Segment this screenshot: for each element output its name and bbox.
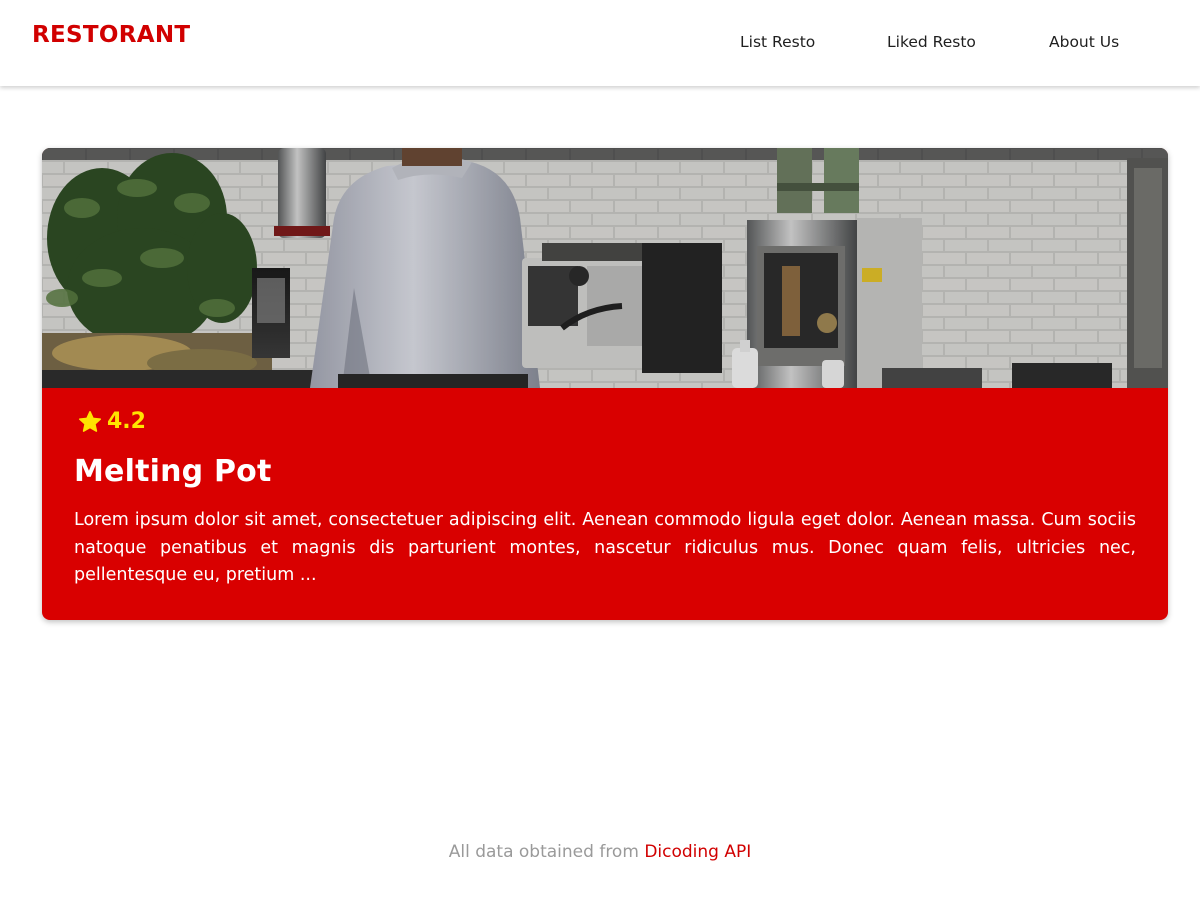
rating: 4.2 <box>77 409 146 435</box>
star-icon <box>77 410 103 435</box>
restaurant-description: Lorem ipsum dolor sit amet, consectetuer… <box>74 510 1136 585</box>
nav-about-us[interactable]: About Us <box>1049 33 1119 51</box>
nav-list-resto[interactable]: List Resto <box>740 33 815 51</box>
card-body: 4.2 Melting Pot Lorem ipsum dolor sit am… <box>42 388 1168 620</box>
restaurant-kitchen-photo <box>42 148 1168 388</box>
dicoding-api-link[interactable]: Dicoding API <box>644 842 751 862</box>
restaurant-card[interactable]: 4.2 Melting Pot Lorem ipsum dolor sit am… <box>42 148 1168 620</box>
site-header: RESTORANT List Resto Liked Resto About U… <box>0 0 1200 86</box>
main-nav: List Resto Liked Resto About Us <box>0 33 1200 53</box>
footer-text: All data obtained from <box>448 842 645 862</box>
site-footer: All data obtained from Dicoding API <box>0 842 1200 862</box>
restaurant-name[interactable]: Melting Pot <box>74 454 272 489</box>
rating-value: 4.2 <box>107 409 146 434</box>
nav-liked-resto[interactable]: Liked Resto <box>887 33 976 51</box>
